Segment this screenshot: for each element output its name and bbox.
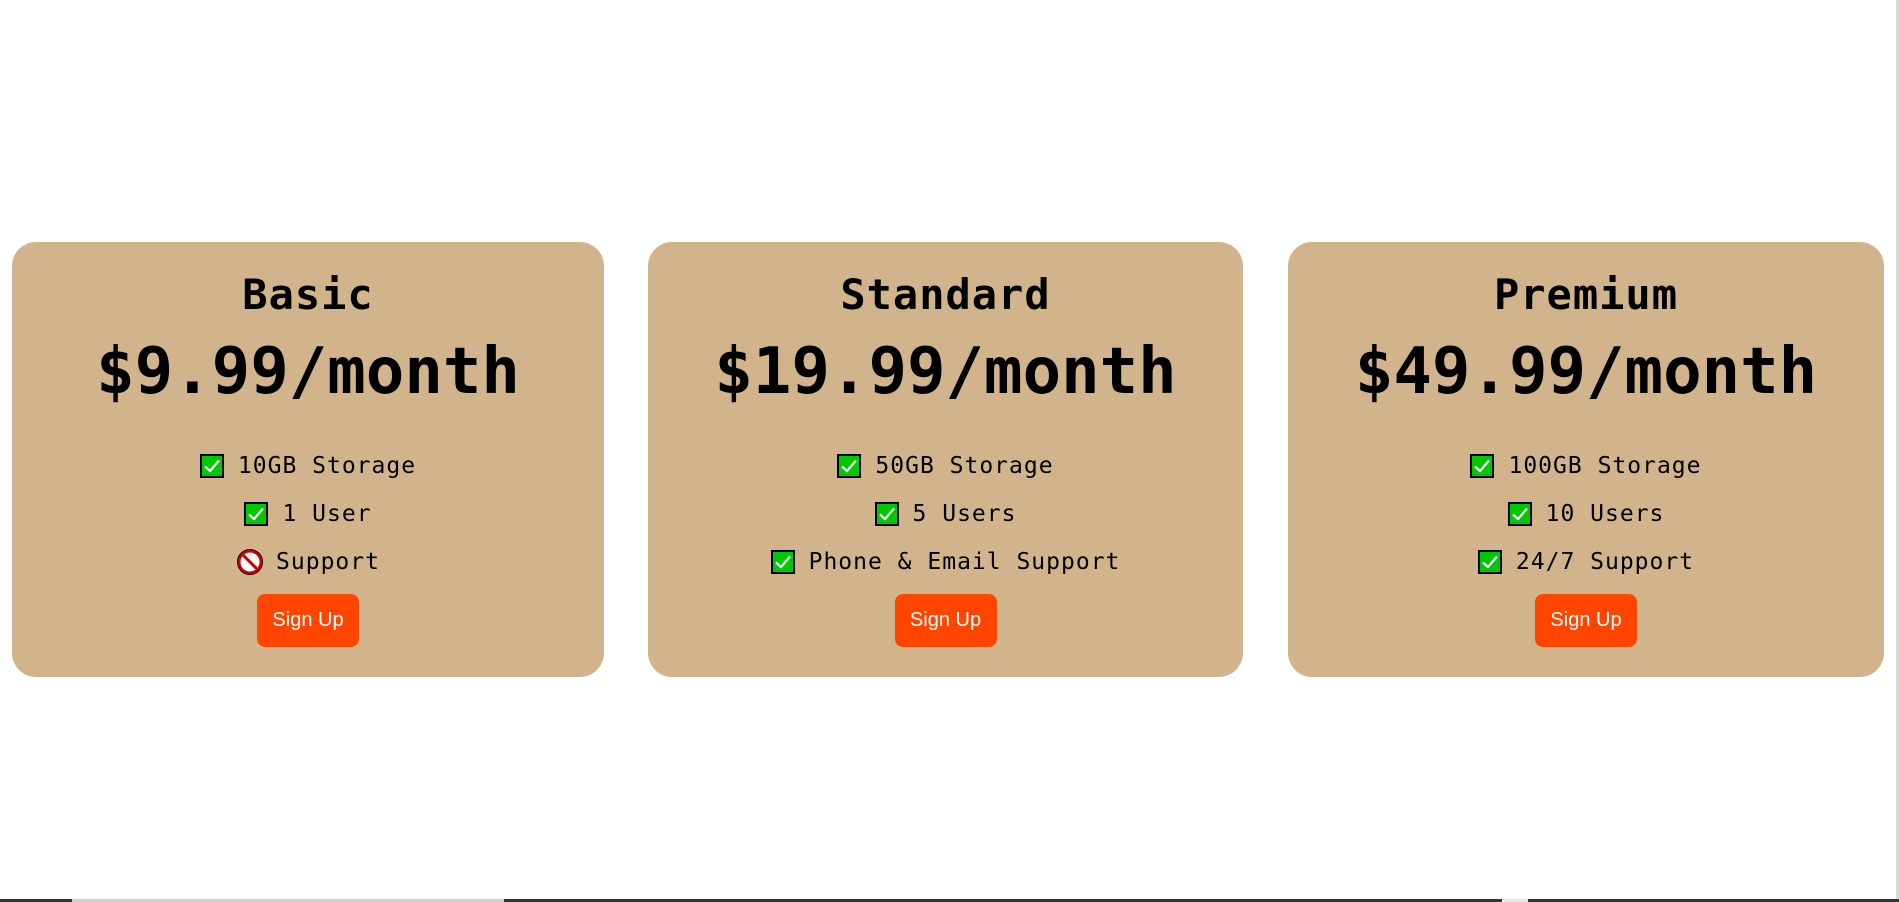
check-icon xyxy=(770,550,795,574)
feature-item: 10 Users xyxy=(1288,490,1884,538)
plan-name: Basic xyxy=(242,270,374,319)
plan-price: $49.99/month xyxy=(1354,335,1818,409)
check-icon xyxy=(874,502,899,526)
feature-item: Phone & Email Support xyxy=(648,538,1243,586)
feature-text: Phone & Email Support xyxy=(808,549,1121,575)
plan-name: Standard xyxy=(840,270,1051,319)
plan-name: Premium xyxy=(1493,270,1678,319)
check-icon xyxy=(244,502,269,526)
feature-item: 10GB Storage xyxy=(12,442,604,490)
feature-text: 24/7 Support xyxy=(1515,549,1695,575)
feature-text: 10 Users xyxy=(1545,501,1665,527)
pricing-card-basic: Basic $9.99/month 10GB Storage 1 User Su… xyxy=(12,242,604,677)
plan-price: $9.99/month xyxy=(96,335,520,409)
feature-item: Support xyxy=(12,538,604,586)
plan-price: $19.99/month xyxy=(714,335,1177,409)
feature-item: 5 Users xyxy=(648,490,1243,538)
feature-list: 100GB Storage 10 Users 24/7 Support xyxy=(1288,442,1884,586)
feature-list: 10GB Storage 1 User Support xyxy=(12,442,604,586)
feature-item: 100GB Storage xyxy=(1288,442,1884,490)
no-entry-icon xyxy=(236,548,264,576)
pricing-card-standard: Standard $19.99/month 50GB Storage 5 Use… xyxy=(648,242,1243,677)
feature-item: 1 User xyxy=(12,490,604,538)
sign-up-button[interactable]: Sign Up xyxy=(1535,594,1637,647)
check-icon xyxy=(1507,502,1532,526)
feature-text: Support xyxy=(276,549,380,575)
feature-item: 50GB Storage xyxy=(648,442,1243,490)
feature-item: 24/7 Support xyxy=(1288,538,1884,586)
sign-up-button[interactable]: Sign Up xyxy=(894,594,997,647)
pricing-page: Basic $9.99/month 10GB Storage 1 User Su… xyxy=(0,0,1899,902)
feature-text: 10GB Storage xyxy=(237,453,417,479)
pricing-cards: Basic $9.99/month 10GB Storage 1 User Su… xyxy=(12,242,1884,677)
feature-text: 100GB Storage xyxy=(1508,453,1702,479)
feature-text: 1 User xyxy=(282,501,372,527)
check-icon xyxy=(199,454,224,478)
pricing-card-premium: Premium $49.99/month 100GB Storage 10 Us… xyxy=(1288,242,1884,677)
feature-list: 50GB Storage 5 Users Phone & Email Suppo… xyxy=(648,442,1243,586)
check-icon xyxy=(1470,454,1495,478)
feature-text: 50GB Storage xyxy=(875,453,1054,479)
check-icon xyxy=(837,454,862,478)
sign-up-button[interactable]: Sign Up xyxy=(257,594,359,647)
feature-text: 5 Users xyxy=(912,501,1017,527)
check-icon xyxy=(1477,550,1502,574)
